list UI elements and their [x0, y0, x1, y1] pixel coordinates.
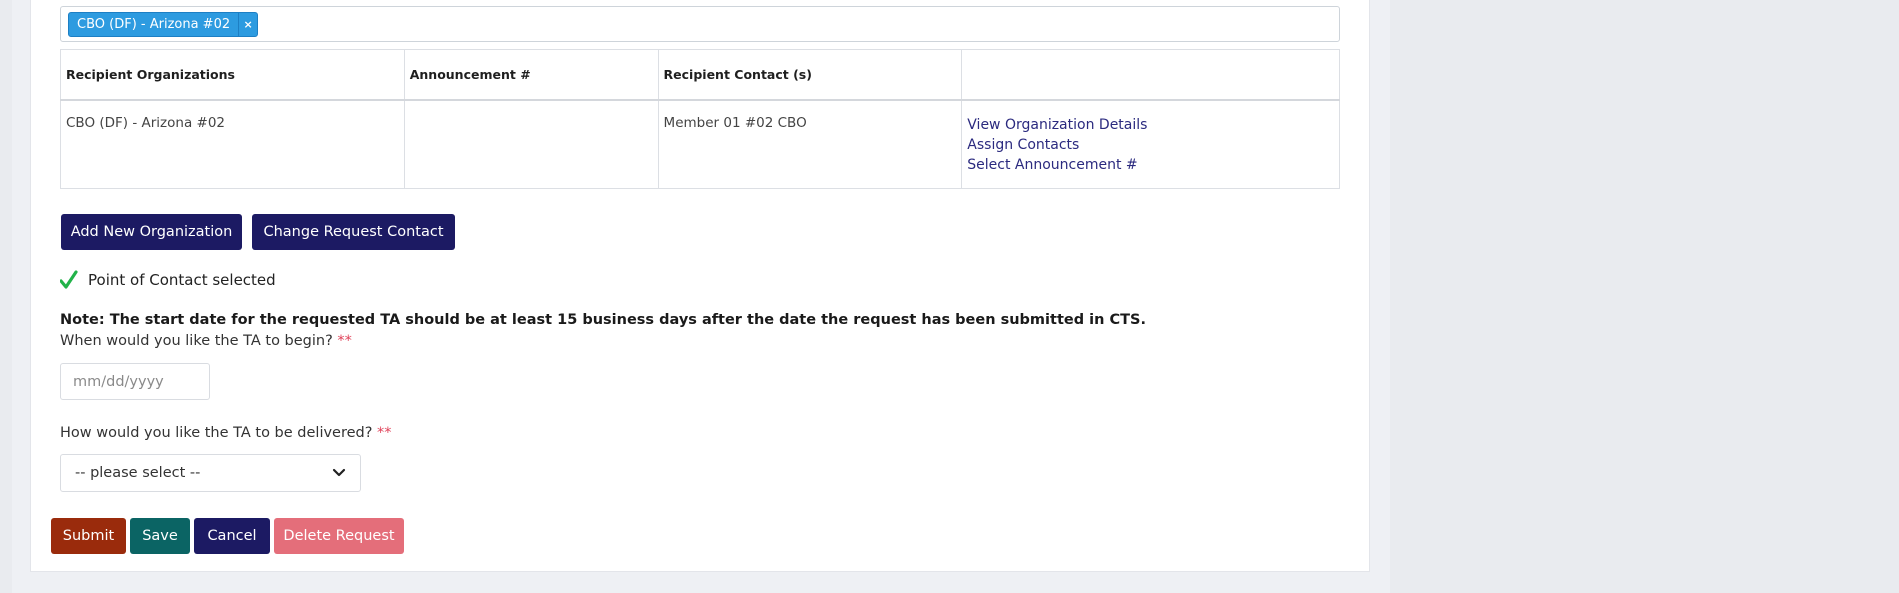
delivery-selected-value: -- please select -- — [75, 465, 201, 481]
delivery-label: How would you like the TA to be delivere… — [60, 425, 373, 441]
column-header-announcement: Announcement # — [403, 49, 659, 101]
start-date-input[interactable] — [60, 363, 210, 400]
cell-actions: View Organization Details Assign Contact… — [961, 99, 1340, 189]
recipient-organizations-select[interactable]: CBO (DF) - Arizona #02 × — [60, 6, 1340, 42]
start-date-note: Note: The start date for the requested T… — [60, 312, 1146, 328]
change-request-contact-button[interactable]: Change Request Contact — [252, 214, 455, 250]
select-announcement-link[interactable]: Select Announcement # — [967, 155, 1334, 175]
checkmark-icon — [60, 270, 78, 289]
remove-tag-icon[interactable]: × — [238, 13, 257, 36]
column-header-actions — [961, 49, 1340, 101]
delivery-method-select[interactable]: -- please select -- — [60, 454, 361, 492]
save-button[interactable]: Save — [130, 518, 190, 554]
add-new-organization-button[interactable]: Add New Organization — [61, 214, 242, 250]
column-header-organizations: Recipient Organizations — [60, 49, 405, 101]
column-header-contacts: Recipient Contact (s) — [657, 49, 963, 101]
delete-request-button[interactable]: Delete Request — [274, 518, 404, 554]
delivery-question: How would you like the TA to be delivere… — [60, 425, 392, 441]
table-row: CBO (DF) - Arizona #02 Member 01 #02 CBO… — [60, 99, 1340, 189]
cancel-button[interactable]: Cancel — [194, 518, 270, 554]
assign-contacts-link[interactable]: Assign Contacts — [967, 135, 1334, 155]
submit-button[interactable]: Submit — [51, 518, 126, 554]
cell-organization: CBO (DF) - Arizona #02 — [60, 99, 405, 189]
view-organization-details-link[interactable]: View Organization Details — [967, 115, 1334, 135]
cell-announcement — [403, 99, 659, 189]
start-date-label: When would you like the TA to begin? — [60, 333, 333, 349]
point-of-contact-text: Point of Contact selected — [88, 271, 276, 289]
required-marker: ** — [377, 425, 392, 441]
table-header-row: Recipient Organizations Announcement # R… — [60, 49, 1340, 101]
chevron-down-icon — [332, 468, 346, 477]
right-background — [1390, 0, 1899, 593]
recipient-organizations-table: Recipient Organizations Announcement # R… — [60, 49, 1340, 189]
selected-organization-tag: CBO (DF) - Arizona #02 × — [68, 12, 259, 37]
start-date-question: When would you like the TA to begin? ** — [60, 333, 352, 349]
left-gutter — [0, 0, 12, 593]
tag-label: CBO (DF) - Arizona #02 — [77, 17, 231, 32]
point-of-contact-status: Point of Contact selected — [60, 270, 276, 290]
required-marker: ** — [337, 333, 352, 349]
cell-contact: Member 01 #02 CBO — [657, 99, 963, 189]
